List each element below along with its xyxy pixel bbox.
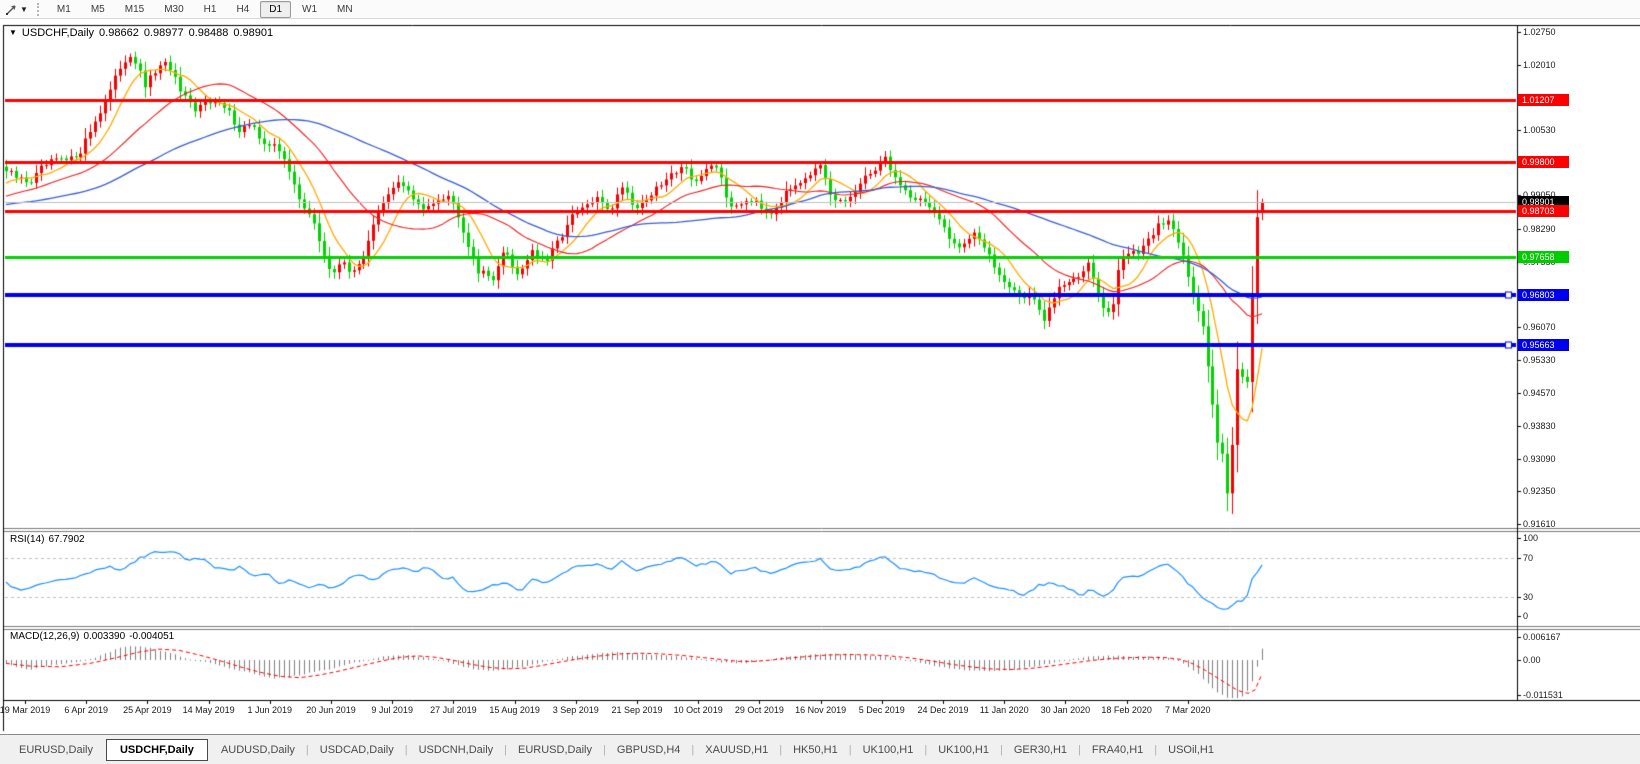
date-label: 18 Feb 2020 <box>1101 705 1152 715</box>
chart-tab-hk50[interactable]: HK50,H1 <box>782 744 849 756</box>
rsi-name: RSI(14) <box>10 534 44 545</box>
date-label: 1 Jun 2019 <box>248 705 293 715</box>
macd-main-value: 0.003390 <box>83 631 125 642</box>
chart-tab-uk100[interactable]: UK100,H1 <box>927 744 1000 756</box>
resistance-price-label[interactable]: 1.01207 <box>1518 94 1569 106</box>
support-price-label[interactable]: 0.96803 <box>1518 289 1569 301</box>
rsi-indicator-label: RSI(14) 67.7902 <box>10 534 85 545</box>
price-tick-label: 0.93090 <box>1523 454 1556 464</box>
support-price-label[interactable]: 0.97658 <box>1518 251 1569 263</box>
date-label: 25 Apr 2019 <box>123 705 172 715</box>
toolbar-grip[interactable] <box>37 3 39 16</box>
chart-tab-ger30[interactable]: GER30,H1 <box>1003 744 1078 756</box>
timeframe-button-m5[interactable]: M5 <box>82 1 114 18</box>
chevron-down-icon: ▼ <box>20 5 28 14</box>
price-tick-label: 0.95330 <box>1523 355 1556 365</box>
chart-tab-uk100[interactable]: UK100,H1 <box>852 744 925 756</box>
rsi-tick-label: 100 <box>1523 533 1538 543</box>
chart-tab-bar: EURUSD,DailyUSDCHF,DailyAUDUSD,Daily|USD… <box>0 734 1640 764</box>
date-label: 21 Sep 2019 <box>611 705 662 715</box>
chart-tab-eurusd[interactable]: EURUSD,Daily <box>507 744 603 756</box>
chart-tab-usdchf-active[interactable]: USDCHF,Daily <box>106 739 208 761</box>
ohlc-open: 0.98662 <box>99 27 139 39</box>
price-tick-label: 0.96070 <box>1523 322 1556 332</box>
price-tick-label: 0.91610 <box>1523 519 1556 529</box>
date-label: 9 Jul 2019 <box>371 705 413 715</box>
macd-tick-label: -0.011531 <box>1523 690 1563 700</box>
date-label: 24 Dec 2019 <box>917 705 968 715</box>
chart-cursor-icon <box>5 3 18 16</box>
chart-tab-usoil[interactable]: USOil,H1 <box>1157 744 1225 756</box>
date-label: 19 Mar 2019 <box>0 705 50 715</box>
date-label: 15 Aug 2019 <box>489 705 540 715</box>
chart-title: ▼ USDCHF,Daily 0.98662 0.98977 0.98488 0.9890… <box>9 27 273 39</box>
price-tick-label: 0.93830 <box>1523 421 1556 431</box>
timeframe-button-d1[interactable]: D1 <box>260 1 291 18</box>
chart-symbol-period: USDCHF,Daily <box>22 27 94 39</box>
macd-tick-label: 0.006167 <box>1523 632 1561 642</box>
chart-canvas[interactable] <box>0 0 1640 764</box>
chart-tab-fra40[interactable]: FRA40,H1 <box>1081 744 1154 756</box>
date-label: 27 Jul 2019 <box>430 705 477 715</box>
support-price-label[interactable]: 0.95663 <box>1518 339 1569 351</box>
date-label: 16 Nov 2019 <box>795 705 846 715</box>
timeframe-button-m15[interactable]: M15 <box>116 1 153 18</box>
chart-tab-eurusd[interactable]: EURUSD,Daily <box>8 744 104 756</box>
timeframe-button-m1[interactable]: M1 <box>48 1 80 18</box>
rsi-value: 67.7902 <box>48 534 84 545</box>
date-label: 20 Jun 2019 <box>306 705 356 715</box>
price-tick-label: 0.92350 <box>1523 486 1556 496</box>
price-tick-label: 0.94570 <box>1523 388 1556 398</box>
chart-tab-gbpusd[interactable]: GBPUSD,H4 <box>606 744 692 756</box>
date-label: 29 Oct 2019 <box>735 705 784 715</box>
ohlc-low: 0.98488 <box>189 27 229 39</box>
chart-tab-usdcad[interactable]: USDCAD,Daily <box>309 744 405 756</box>
date-label: 5 Dec 2019 <box>859 705 905 715</box>
price-tick-label: 1.02750 <box>1523 27 1556 37</box>
resistance-price-label[interactable]: 0.98703 <box>1518 205 1569 217</box>
timeframe-button-group: M1M5M15M30H1H4D1W1MN <box>47 1 363 18</box>
macd-name: MACD(12,26,9) <box>10 631 79 642</box>
timeframe-button-mn[interactable]: MN <box>328 1 362 18</box>
macd-indicator-label: MACD(12,26,9) 0.003390 -0.004051 <box>10 631 174 642</box>
chart-tab-usdcnh[interactable]: USDCNH,Daily <box>408 744 505 756</box>
chart-tab-audusd[interactable]: AUDUSD,Daily <box>210 744 306 756</box>
timeframe-button-w1[interactable]: W1 <box>293 1 326 18</box>
timeframe-button-h1[interactable]: H1 <box>195 1 226 18</box>
date-label: 11 Jan 2020 <box>980 705 1029 715</box>
ohlc-high: 0.98977 <box>144 27 184 39</box>
date-label: 6 Apr 2019 <box>64 705 108 715</box>
rsi-tick-label: 0 <box>1523 611 1528 621</box>
macd-signal-value: -0.004051 <box>129 631 174 642</box>
date-label: 10 Oct 2019 <box>674 705 723 715</box>
resistance-price-label[interactable]: 0.99800 <box>1518 156 1569 168</box>
timeframe-button-h4[interactable]: H4 <box>227 1 258 18</box>
price-tick-label: 1.00530 <box>1523 125 1556 135</box>
toolbar: ▼ M1M5M15M30H1H4D1W1MN <box>0 0 1640 19</box>
timeframe-button-m30[interactable]: M30 <box>155 1 192 18</box>
ohlc-close: 0.98901 <box>233 27 273 39</box>
macd-tick-label: 0.00 <box>1523 655 1541 665</box>
price-tick-label: 0.98290 <box>1523 224 1556 234</box>
date-label: 14 May 2019 <box>183 705 235 715</box>
date-label: 7 Mar 2020 <box>1165 705 1211 715</box>
collapse-triangle-icon[interactable]: ▼ <box>9 28 17 37</box>
price-tick-label: 1.02010 <box>1523 60 1556 70</box>
chart-tab-xauusd[interactable]: XAUUSD,H1 <box>694 744 779 756</box>
rsi-tick-label: 30 <box>1523 592 1533 602</box>
date-label: 3 Sep 2019 <box>553 705 599 715</box>
rsi-tick-label: 70 <box>1523 553 1533 563</box>
date-label: 30 Jan 2020 <box>1041 705 1091 715</box>
cursor-tool-button[interactable]: ▼ <box>2 1 31 17</box>
